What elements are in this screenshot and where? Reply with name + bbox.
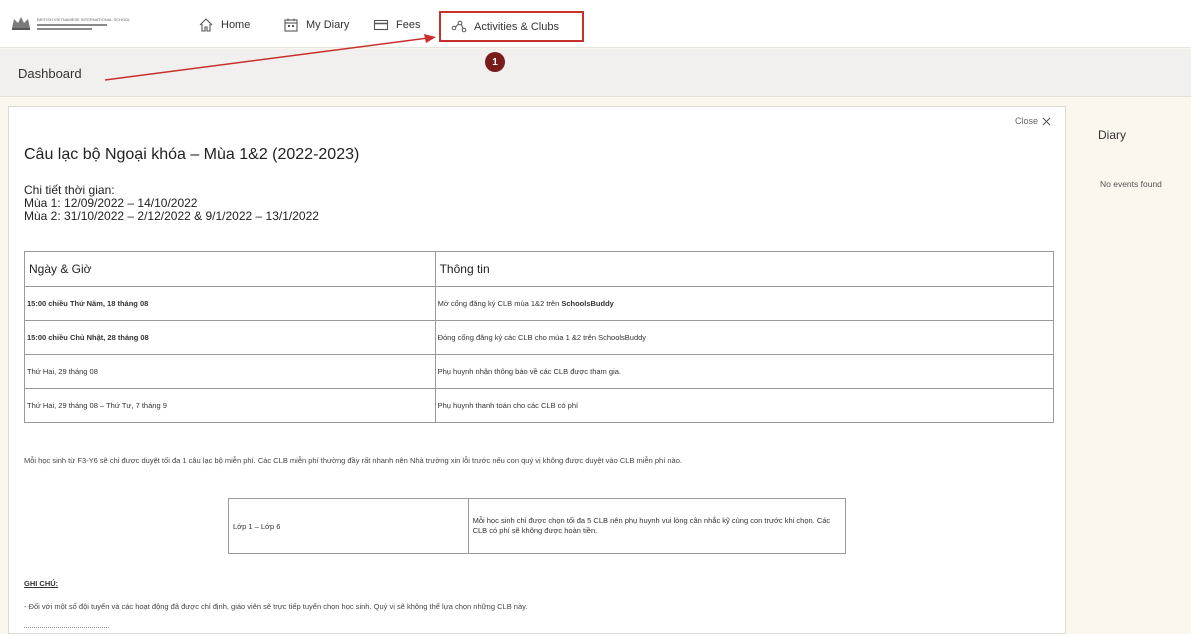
card-icon (373, 19, 389, 31)
column-header-date: Ngày & Giờ (24, 251, 436, 287)
crest-icon (12, 17, 30, 30)
row-info: Mở cổng đăng ký CLB mùa 1&2 trên Schools… (434, 286, 1055, 321)
home-icon (199, 18, 213, 32)
row-info: Đóng cổng đăng ký các CLB cho mùa 1 &2 t… (434, 320, 1055, 355)
row-info-text: Phụ huynh thanh toán cho các CLB có phí (437, 401, 579, 410)
nav-my-diary[interactable]: My Diary (283, 14, 349, 36)
time-details: Chi tiết thời gian: Mùa 1: 12/09/2022 – … (24, 184, 319, 223)
dashboard-bar: Dashboard (0, 49, 1191, 97)
diary-title: Diary (1098, 128, 1127, 142)
network-icon (451, 20, 467, 32)
table-row: 15:00 chiều Chủ Nhật, 28 tháng 08 Đóng c… (24, 320, 1055, 355)
logo-text: BRITISH VIETNAMESE INTERNATIONAL SCHOOL (37, 17, 130, 30)
nav-my-diary-label: My Diary (306, 19, 350, 31)
row-info-text: Phụ huynh nhận thông báo về các CLB được… (437, 367, 621, 376)
nav-home-label: Home (221, 19, 251, 31)
club-info-panel: Close Câu lạc bộ Ngoại khóa – Mùa 1&2 (2… (8, 106, 1066, 634)
diary-empty-message: No events found (1100, 179, 1162, 189)
row-date: 15:00 chiều Chủ Nhật, 28 tháng 08 (24, 320, 436, 355)
rule-cell: Mỗi học sinh chỉ được chọn tối đa 5 CLB … (467, 498, 847, 554)
nav-fees-label: Fees (396, 19, 421, 31)
close-label: Close (1014, 116, 1038, 126)
table-row: Thứ Hai, 29 tháng 08 – Thứ Tư, 7 tháng 9… (24, 388, 1055, 423)
row-date: Thứ Hai, 29 tháng 08 (24, 354, 436, 389)
row-info: Phụ huynh thanh toán cho các CLB có phí (434, 388, 1055, 423)
row-info: Phụ huynh nhận thông báo về các CLB được… (434, 354, 1055, 389)
nav-home[interactable]: Home (198, 14, 250, 36)
close-button[interactable]: Close (1015, 116, 1051, 126)
season-2: Mùa 2: 31/10/2022 – 2/12/2022 & 9/1/2022… (24, 209, 319, 223)
schedule-table: Ngày & Giờ Thông tin 15:00 chiều Thứ Năm… (24, 251, 1055, 423)
nav-activities-clubs[interactable]: Activities & Clubs (439, 11, 584, 42)
grade-table: Lớp 1 – Lớp 6 Mỗi học sinh chỉ được chọn… (228, 498, 847, 554)
table-row: Thứ Hai, 29 tháng 08 Phụ huynh nhận thôn… (24, 354, 1055, 389)
selection-note: - Đối với một số đội tuyển và các hoạt đ… (24, 602, 528, 611)
row-info-text: Mở cổng đăng ký CLB mùa 1&2 trên (437, 299, 562, 308)
row-info-bold: SchoolsBuddy (561, 299, 614, 308)
nav-fees[interactable]: Fees (373, 14, 420, 36)
note-heading: GHI CHÚ: (24, 579, 59, 588)
table-row: Lớp 1 – Lớp 6 Mỗi học sinh chỉ được chọn… (228, 498, 847, 554)
calendar-icon (284, 18, 298, 32)
free-club-note: Mỗi học sinh từ F3-Y6 sẽ chỉ được duyệt … (24, 456, 682, 465)
row-info-text: Đóng cổng đăng ký các CLB cho mùa 1 &2 t… (437, 333, 647, 342)
divider (24, 627, 109, 628)
logo-name: BRITISH VIETNAMESE INTERNATIONAL SCHOOL (37, 16, 131, 22)
table-header-row: Ngày & Giờ Thông tin (24, 251, 1055, 287)
row-date: 15:00 chiều Thứ Năm, 18 tháng 08 (24, 286, 436, 321)
row-date: Thứ Hai, 29 tháng 08 – Thứ Tư, 7 tháng 9 (24, 388, 436, 423)
step-badge: 1 (485, 52, 505, 72)
grade-cell: Lớp 1 – Lớp 6 (228, 498, 469, 554)
table-row: 15:00 chiều Thứ Năm, 18 tháng 08 Mở cổng… (24, 286, 1055, 321)
page-title: Dashboard (18, 66, 82, 81)
column-header-info: Thông tin (434, 251, 1055, 287)
close-icon (1042, 117, 1051, 125)
school-logo[interactable]: BRITISH VIETNAMESE INTERNATIONAL SCHOOL (10, 14, 150, 32)
article-title: Câu lạc bộ Ngoại khóa – Mùa 1&2 (2022-20… (24, 146, 360, 163)
top-navigation: BRITISH VIETNAMESE INTERNATIONAL SCHOOL … (0, 0, 1191, 48)
nav-activities-label: Activities & Clubs (474, 20, 559, 33)
